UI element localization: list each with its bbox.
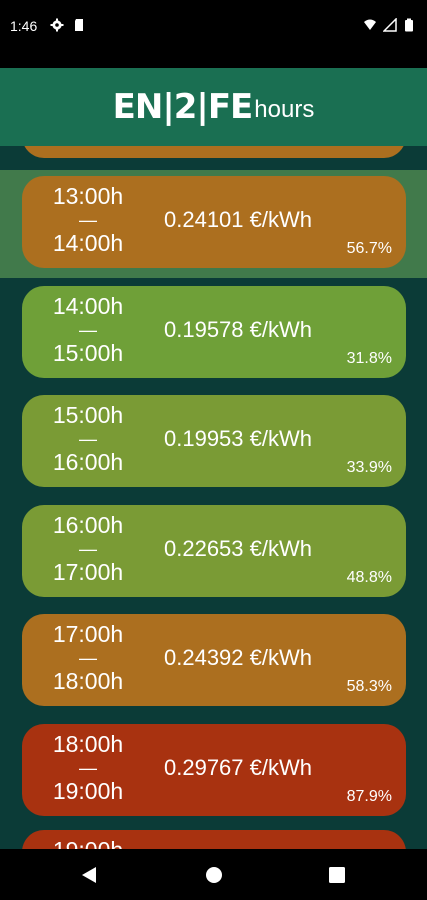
app-header: EN|2|FE hours [0, 68, 427, 146]
logo-main-text: EN|2|FE [112, 87, 254, 127]
slot-time-separator: — [79, 429, 97, 449]
signal-icon [383, 18, 397, 32]
status-time: 1:46 [10, 18, 38, 34]
price-slot[interactable]: 15:00h —16:00h 0.19953 €/kWh 33.9% [22, 395, 406, 487]
recents-icon[interactable] [326, 864, 348, 886]
app-logo: EN|2|FE hours [113, 90, 315, 124]
slot-time-range: 16:00h —17:00h [44, 513, 132, 585]
battery-icon [405, 18, 413, 32]
slot-price: 0.22653 €/kWh [164, 536, 312, 561]
navigation-bar [0, 849, 427, 900]
slot-time-to: 18:00h [52, 668, 124, 694]
slot-time-separator: — [79, 758, 97, 778]
price-slot[interactable]: 18:00h —19:00h 0.29767 €/kWh 87.9% [22, 724, 406, 816]
slot-time-to: 17:00h [52, 559, 124, 585]
slot-percent: 31.8% [346, 350, 392, 367]
slot-price: 0.24392 €/kWh [164, 645, 312, 670]
logo-sub-text: hours [254, 96, 315, 123]
status-bar: 1:46 [0, 0, 427, 68]
price-slot-partial-bottom[interactable]: 19:00h [22, 830, 406, 849]
slot-time-from: 13:00h [52, 183, 124, 209]
slot-time-separator: — [79, 320, 97, 340]
wifi-icon [364, 19, 376, 30]
slot-time-range: 15:00h —16:00h [44, 403, 132, 475]
slot-time-from: 19:00h [53, 837, 123, 850]
slot-percent: 87.9% [346, 788, 392, 805]
slot-time-from: 17:00h [52, 621, 124, 647]
slot-price: 0.24101 €/kWh [164, 207, 312, 232]
price-slot[interactable]: 13:00h —14:00h 0.24101 €/kWh 56.7% [22, 176, 406, 268]
slot-time-from: 15:00h [52, 402, 124, 428]
slot-price: 0.19578 €/kWh [164, 317, 312, 342]
slot-time-to: 15:00h [52, 340, 124, 366]
slot-price: 0.19953 €/kWh [164, 426, 312, 451]
slot-time-from: 14:00h [52, 293, 124, 319]
gear-icon [50, 18, 64, 32]
price-slot-partial-top[interactable] [22, 146, 406, 158]
slot-time-separator: — [79, 210, 97, 230]
sd-card-icon [75, 19, 83, 31]
price-slot[interactable]: 14:00h —15:00h 0.19578 €/kWh 31.8% [22, 286, 406, 378]
slot-time-range: 13:00h —14:00h [44, 184, 132, 256]
slot-time-separator: — [79, 648, 97, 668]
price-slot[interactable]: 17:00h —18:00h 0.24392 €/kWh 58.3% [22, 614, 406, 706]
slot-time-range: 14:00h —15:00h [44, 294, 132, 366]
back-icon[interactable] [78, 864, 100, 886]
slot-percent: 33.9% [346, 459, 392, 476]
slot-time-from: 16:00h [52, 512, 124, 538]
price-slot[interactable]: 16:00h —17:00h 0.22653 €/kWh 48.8% [22, 505, 406, 597]
slot-time-separator: — [79, 539, 97, 559]
slot-time-to: 19:00h [52, 778, 124, 804]
slot-time-from: 18:00h [52, 731, 124, 757]
slot-percent: 58.3% [346, 678, 392, 695]
slot-percent: 56.7% [346, 240, 392, 257]
home-icon[interactable] [203, 864, 225, 886]
slot-price: 0.29767 €/kWh [164, 755, 312, 780]
slot-time-range: 18:00h —19:00h [44, 732, 132, 804]
slot-time-range: 19:00h [44, 837, 132, 850]
slot-time-to: 16:00h [52, 449, 124, 475]
slot-percent: 48.8% [346, 569, 392, 586]
slot-time-range: 17:00h —18:00h [44, 622, 132, 694]
slot-time-to: 14:00h [52, 230, 124, 256]
price-list[interactable]: 13:00h —14:00h 0.24101 €/kWh 56.7% 14:00h —15… [0, 146, 427, 849]
